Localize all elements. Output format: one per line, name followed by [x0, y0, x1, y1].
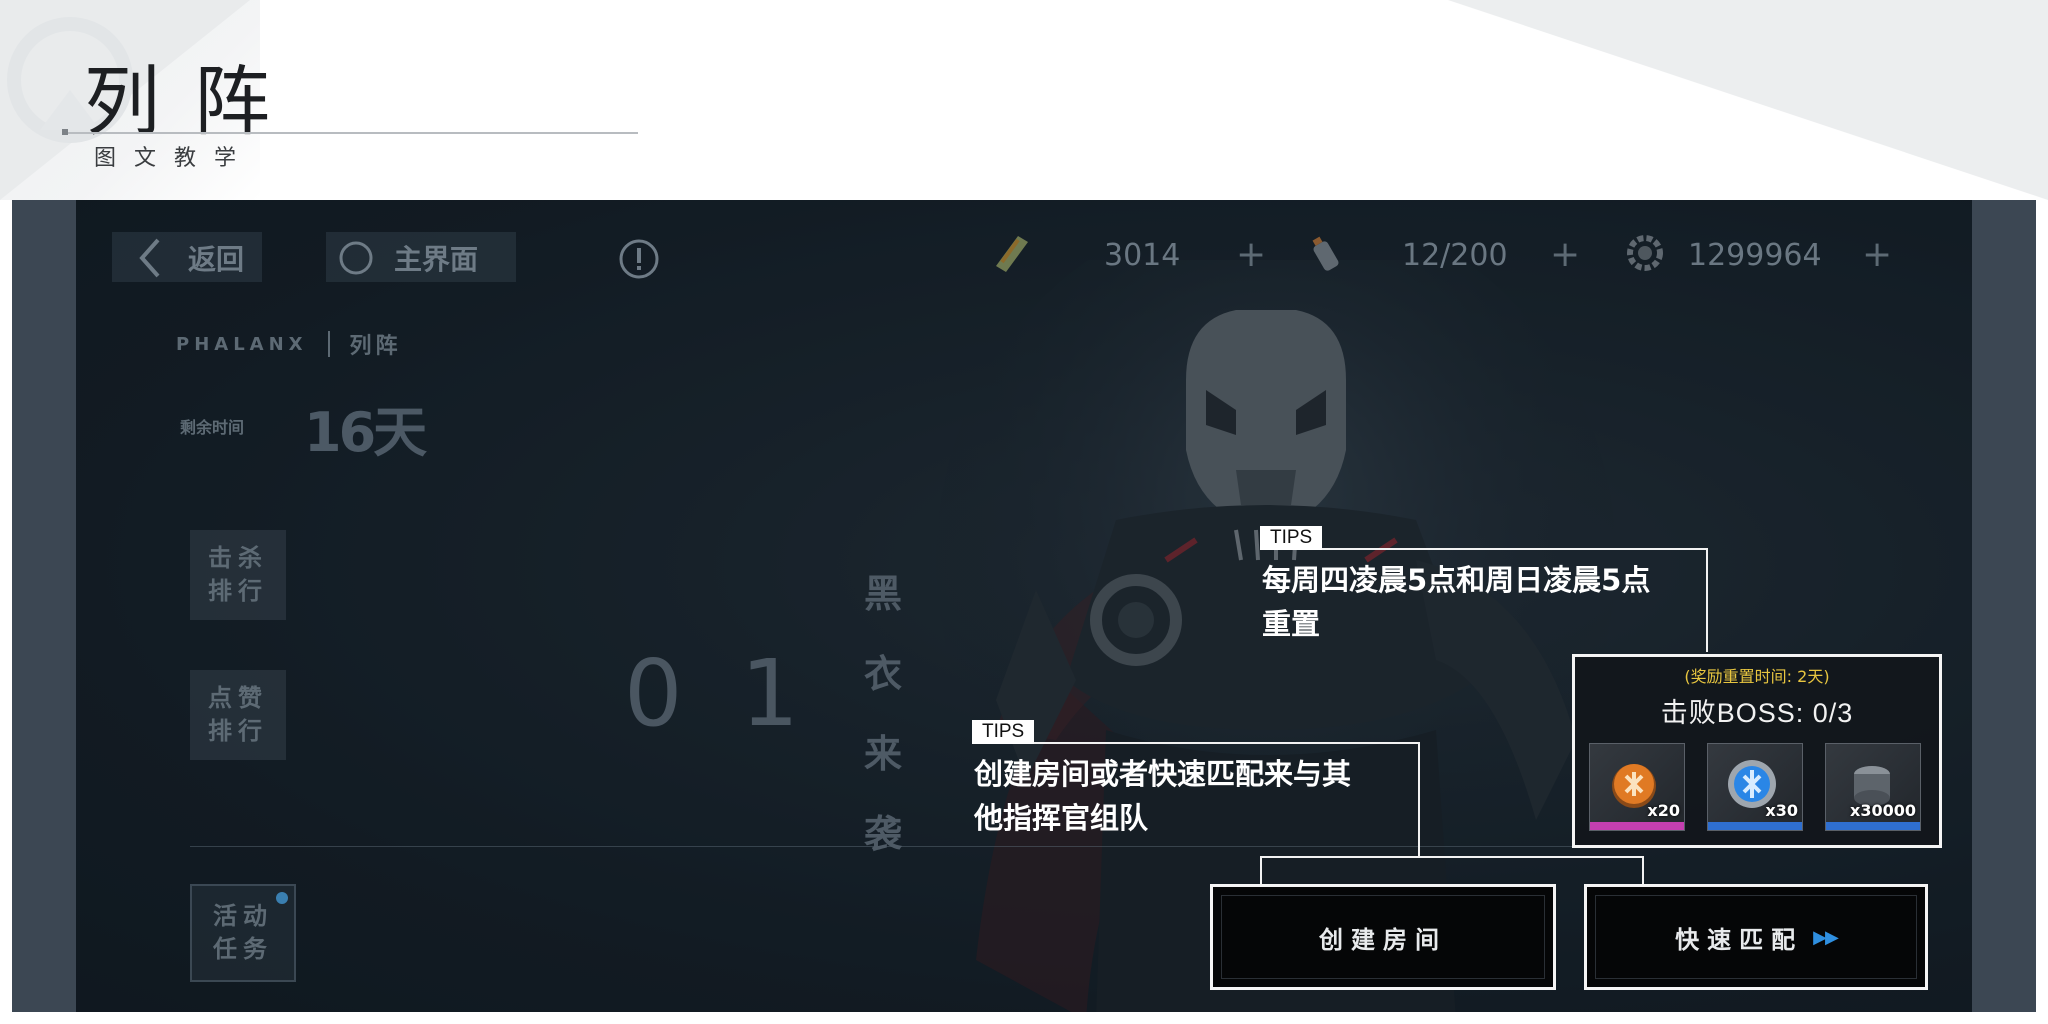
quick-match-button[interactable]: 快速匹配 ▶▶ — [1584, 884, 1928, 990]
guide-title-underline — [64, 132, 638, 134]
home-circle-icon — [339, 241, 373, 275]
reward-reset-time: (奖励重置时间: 2天) — [1684, 667, 1830, 686]
event-header-separator — [327, 331, 330, 357]
game-screen: 返回 主界面 3014 + 12/200 + 1299964 + PHALANX… — [76, 200, 1972, 1012]
event-name: 列阵 — [349, 334, 402, 359]
reward-item-1[interactable]: x20 — [1589, 743, 1685, 831]
create-room-button[interactable]: 创建房间 — [1210, 884, 1556, 990]
tips-2-text: 创建房间或者快速匹配来与其 他指挥官组队 — [974, 752, 1351, 840]
home-label: 主界面 — [394, 243, 479, 276]
resource-3-value: 1299964 — [1688, 238, 1822, 273]
create-room-label: 创建房间 — [1319, 925, 1447, 954]
event-code: PHALANX — [176, 333, 308, 355]
ticket-icon — [996, 236, 1028, 272]
guide-subtitle: 图文教学 — [94, 146, 255, 171]
rarity-bar — [1590, 822, 1684, 830]
resource-2-value: 12/200 — [1402, 238, 1508, 273]
kill-ranking-label-line1: 击杀 — [208, 544, 268, 572]
event-header: PHALANX 列阵 — [176, 328, 402, 360]
quick-match-label: 快速匹配 — [1675, 925, 1804, 954]
tips-1-tag: TIPS — [1260, 526, 1323, 550]
tips-2-line1: 创建房间或者快速匹配来与其 — [974, 757, 1352, 791]
resource-2-add-button[interactable]: + — [1550, 234, 1580, 275]
top-bar: 返回 主界面 3014 + 12/200 + 1299964 + — [76, 200, 1972, 320]
resource-3-add-button[interactable]: + — [1862, 234, 1892, 275]
kill-ranking-label-line2: 排行 — [208, 577, 268, 605]
tips-2-line2: 他指挥官组队 — [974, 801, 1149, 835]
guide-underline-dot — [62, 129, 68, 135]
like-ranking-button[interactable]: 点赞 排行 — [190, 670, 286, 760]
notification-dot — [276, 892, 288, 904]
tips-1-text: 每周四凌晨5点和周日凌晨5点 重置 — [1262, 558, 1650, 646]
activity-tasks-button[interactable]: 活动 任务 — [190, 884, 296, 982]
tips-2-connector — [1260, 856, 1644, 884]
reward-item-3[interactable]: x30000 — [1825, 743, 1921, 831]
gear-coin-icon — [1627, 235, 1663, 271]
header-bg-triangle-right — [1448, 0, 2048, 200]
reward-item-2[interactable]: x30 — [1707, 743, 1803, 831]
tips-1-line1: 每周四凌晨5点和周日凌晨5点 — [1262, 563, 1651, 597]
reward-item-1-count: x20 — [1647, 801, 1680, 820]
like-ranking-label-line1: 点赞 — [208, 684, 268, 712]
remaining-time-label: 剩余时间 — [180, 418, 245, 437]
boss-defeat-progress: 击败BOSS: 0/3 — [1660, 698, 1854, 728]
like-ranking-label-line2: 排行 — [208, 717, 268, 745]
screenshot-border-right — [1972, 200, 2036, 1012]
kill-ranking-button[interactable]: 击杀 排行 — [190, 530, 286, 620]
reward-item-2-count: x30 — [1765, 801, 1798, 820]
stage-number: 01 — [624, 640, 858, 747]
resource-1-add-button[interactable]: + — [1236, 234, 1266, 275]
battery-icon — [1312, 236, 1339, 271]
info-alert-icon[interactable] — [618, 238, 660, 280]
rarity-bar — [1708, 822, 1802, 830]
fast-forward-icon: ▶▶ — [1813, 926, 1839, 948]
back-label: 返回 — [188, 243, 245, 276]
tips-2-tag: TIPS — [972, 720, 1035, 744]
activity-tasks-label-line1: 活动 — [213, 902, 273, 930]
reward-item-3-count: x30000 — [1850, 801, 1916, 820]
home-button-content[interactable]: 主界面 — [338, 236, 478, 280]
screenshot-border-left — [12, 200, 76, 1012]
rarity-bar — [1826, 822, 1920, 830]
stage-name: 黑衣来袭 — [863, 572, 902, 856]
chevron-left-icon — [139, 238, 160, 278]
tips-1-line2: 重置 — [1262, 607, 1321, 641]
back-button-content[interactable]: 返回 — [136, 236, 244, 280]
reward-panel[interactable]: (奖励重置时间: 2天) 击败BOSS: 0/3 x20 x30 x30000 — [1572, 654, 1942, 848]
resource-1-value: 3014 — [1104, 238, 1181, 273]
game-screenshot: 返回 主界面 3014 + 12/200 + 1299964 + PHALANX… — [12, 200, 2036, 1012]
remaining-time-value: 16天 — [304, 401, 427, 464]
activity-tasks-label-line2: 任务 — [213, 935, 273, 963]
